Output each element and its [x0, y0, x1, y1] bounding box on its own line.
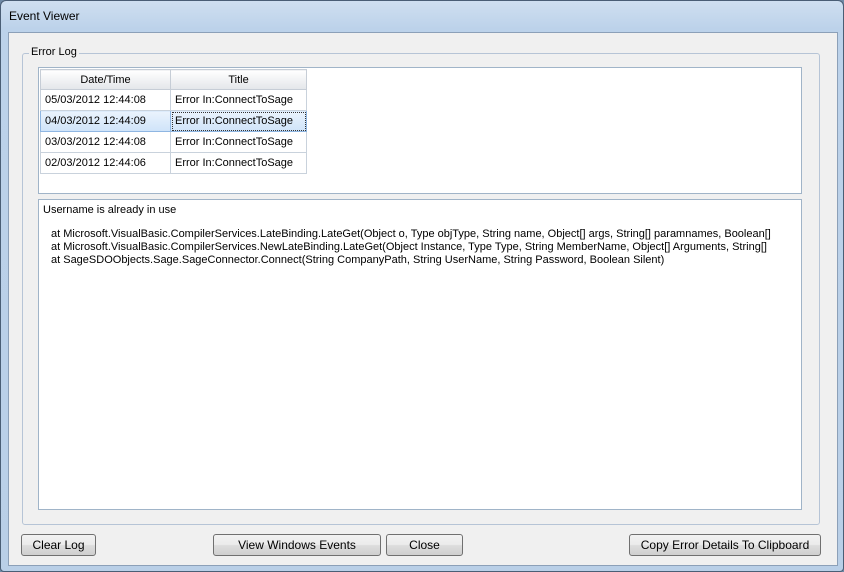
row-title: Error In:ConnectToSage [170, 110, 307, 132]
table-header-row: Date/Time Title [40, 69, 307, 90]
copy-error-details-button[interactable]: Copy Error Details To Clipboard [629, 534, 821, 556]
window-title: Event Viewer [9, 9, 80, 23]
title-bar[interactable]: Event Viewer [1, 1, 843, 31]
clear-log-button[interactable]: Clear Log [21, 534, 96, 556]
stack-trace-line: at SageSDOObjects.Sage.SageConnector.Con… [51, 254, 665, 266]
column-header-datetime[interactable]: Date/Time [40, 69, 171, 90]
column-header-title[interactable]: Title [170, 69, 307, 90]
row-datetime: 04/03/2012 12:44:09 [40, 110, 171, 132]
row-datetime: 03/03/2012 12:44:08 [40, 131, 171, 153]
table-row-selected[interactable]: 04/03/2012 12:44:09 Error In:ConnectToSa… [40, 110, 307, 132]
error-log-groupbox: Error Log Date/Time Title 05/03/2012 12:… [22, 46, 820, 525]
stack-trace: at Microsoft.VisualBasic.CompilerService… [51, 228, 771, 267]
error-detail-message: Username is already in use [43, 204, 177, 216]
client-area: Error Log Date/Time Title 05/03/2012 12:… [8, 32, 838, 566]
row-title: Error In:ConnectToSage [170, 152, 307, 174]
row-datetime: 02/03/2012 12:44:06 [40, 152, 171, 174]
error-detail-textbox[interactable]: Username is already in use at Microsoft.… [38, 199, 802, 510]
event-viewer-window: Event Viewer Error Log Date/Time Title 0… [0, 0, 844, 572]
row-title: Error In:ConnectToSage [170, 131, 307, 153]
error-log-group-title: Error Log [29, 46, 79, 58]
error-table: Date/Time Title 05/03/2012 12:44:08 Erro… [40, 69, 307, 174]
row-title: Error In:ConnectToSage [170, 89, 307, 111]
close-button[interactable]: Close [386, 534, 463, 556]
view-windows-events-button[interactable]: View Windows Events [213, 534, 381, 556]
table-row[interactable]: 05/03/2012 12:44:08 Error In:ConnectToSa… [40, 89, 307, 111]
row-datetime: 05/03/2012 12:44:08 [40, 89, 171, 111]
table-row[interactable]: 03/03/2012 12:44:08 Error In:ConnectToSa… [40, 131, 307, 153]
table-row[interactable]: 02/03/2012 12:44:06 Error In:ConnectToSa… [40, 152, 307, 174]
stack-trace-line: at Microsoft.VisualBasic.CompilerService… [51, 228, 771, 240]
error-list-panel[interactable]: Date/Time Title 05/03/2012 12:44:08 Erro… [38, 67, 802, 194]
stack-trace-line: at Microsoft.VisualBasic.CompilerService… [51, 241, 767, 253]
